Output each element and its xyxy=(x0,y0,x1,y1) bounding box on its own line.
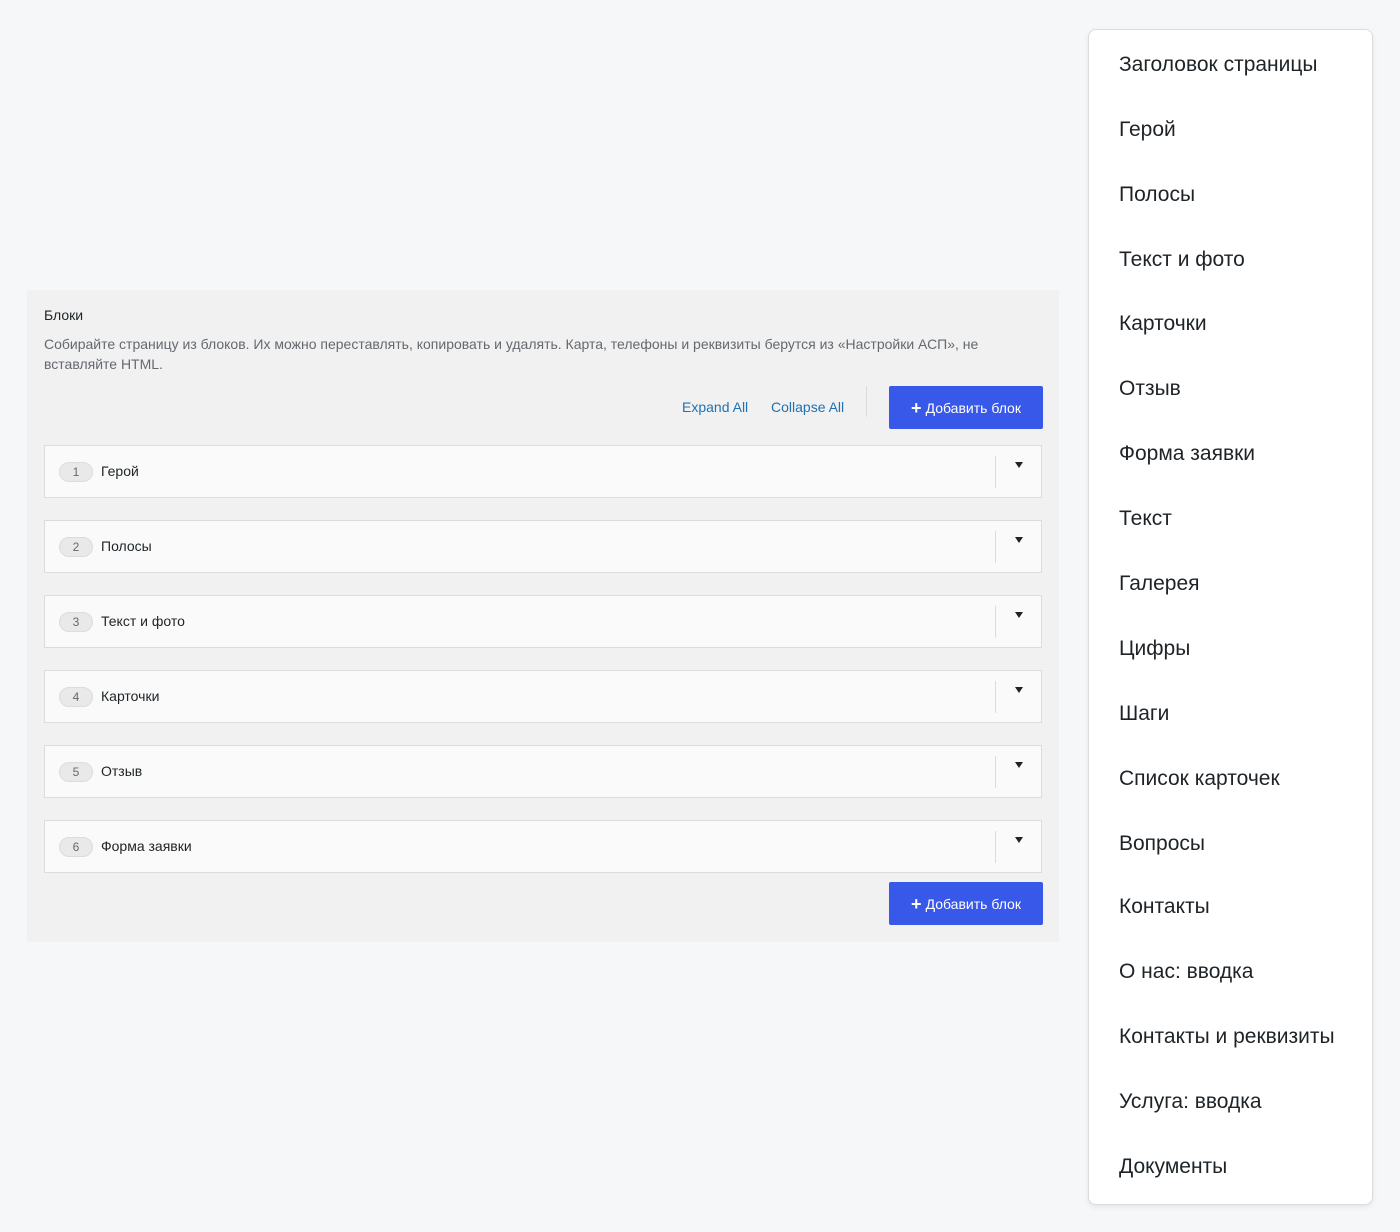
toolbar-divider xyxy=(866,386,867,417)
caret-down-icon xyxy=(1014,762,1023,768)
plus-icon: + xyxy=(911,397,922,418)
dropdown-item-contacts[interactable]: Контакты xyxy=(1119,893,1210,921)
block-number-badge: 2 xyxy=(59,537,93,557)
dropdown-item-service-intro[interactable]: Услуга: вводка xyxy=(1119,1088,1262,1116)
block-label: Текст и фото xyxy=(101,613,185,629)
caret-down-icon xyxy=(1014,687,1023,693)
block-toggle-button[interactable] xyxy=(996,521,1041,572)
block-row[interactable]: 1 Герой xyxy=(44,445,1042,498)
block-toggle-button[interactable] xyxy=(996,671,1041,722)
block-type-dropdown: Заголовок страницы Герой Полосы Текст и … xyxy=(1088,29,1373,1205)
block-row[interactable]: 4 Карточки xyxy=(44,670,1042,723)
block-row[interactable]: 6 Форма заявки xyxy=(44,820,1042,873)
caret-down-icon xyxy=(1014,462,1023,468)
block-row[interactable]: 3 Текст и фото xyxy=(44,595,1042,648)
dropdown-item-hero[interactable]: Герой xyxy=(1119,116,1176,144)
add-block-label: Добавить блок xyxy=(925,895,1021,912)
dropdown-item-cards[interactable]: Карточки xyxy=(1119,310,1207,338)
block-label: Карточки xyxy=(101,688,160,704)
block-toggle-button[interactable] xyxy=(996,596,1041,647)
caret-down-icon xyxy=(1014,537,1023,543)
panel-title: Блоки xyxy=(44,307,84,323)
block-label: Полосы xyxy=(101,538,152,554)
dropdown-item-request-form[interactable]: Форма заявки xyxy=(1119,440,1255,468)
dropdown-item-about-intro[interactable]: О нас: вводка xyxy=(1119,958,1254,986)
block-row[interactable]: 2 Полосы xyxy=(44,520,1042,573)
block-number-badge: 4 xyxy=(59,687,93,707)
blocks-panel: Блоки Собирайте страницу из блоков. Их м… xyxy=(27,290,1059,942)
dropdown-item-questions[interactable]: Вопросы xyxy=(1119,830,1205,858)
block-number-badge: 1 xyxy=(59,462,93,482)
dropdown-item-numbers[interactable]: Цифры xyxy=(1119,635,1190,663)
dropdown-item-text-photo[interactable]: Текст и фото xyxy=(1119,246,1245,274)
block-toggle-button[interactable] xyxy=(996,746,1041,797)
dropdown-item-review[interactable]: Отзыв xyxy=(1119,375,1181,403)
dropdown-item-card-list[interactable]: Список карточек xyxy=(1119,765,1280,793)
add-block-label: Добавить блок xyxy=(925,399,1021,416)
plus-icon: + xyxy=(911,893,922,914)
add-block-button-bottom[interactable]: + Добавить блок xyxy=(889,882,1043,925)
block-label: Форма заявки xyxy=(101,838,192,854)
panel-description: Собирайте страницу из блоков. Их можно п… xyxy=(44,336,979,372)
dropdown-item-steps[interactable]: Шаги xyxy=(1119,700,1169,728)
dropdown-item-documents[interactable]: Документы xyxy=(1119,1153,1227,1181)
block-toggle-button[interactable] xyxy=(996,821,1041,872)
block-row[interactable]: 5 Отзыв xyxy=(44,745,1042,798)
caret-down-icon xyxy=(1014,612,1023,618)
block-label: Герой xyxy=(101,463,139,479)
block-number-badge: 3 xyxy=(59,612,93,632)
dropdown-item-contacts-requisites[interactable]: Контакты и реквизиты xyxy=(1119,1023,1335,1051)
blocks-toolbar: Expand All Collapse All + Добавить блок xyxy=(44,386,1043,429)
collapse-all-link[interactable]: Collapse All xyxy=(771,399,844,415)
block-toggle-button[interactable] xyxy=(996,446,1041,497)
caret-down-icon xyxy=(1014,837,1023,843)
dropdown-item-gallery[interactable]: Галерея xyxy=(1119,570,1200,598)
add-block-button-top[interactable]: + Добавить блок xyxy=(889,386,1043,429)
block-number-badge: 5 xyxy=(59,762,93,782)
dropdown-item-text[interactable]: Текст xyxy=(1119,505,1172,533)
block-number-badge: 6 xyxy=(59,837,93,857)
dropdown-item-stripes[interactable]: Полосы xyxy=(1119,181,1195,209)
block-label: Отзыв xyxy=(101,763,143,779)
expand-all-link[interactable]: Expand All xyxy=(682,399,748,415)
dropdown-item-page-title[interactable]: Заголовок страницы xyxy=(1119,51,1318,79)
